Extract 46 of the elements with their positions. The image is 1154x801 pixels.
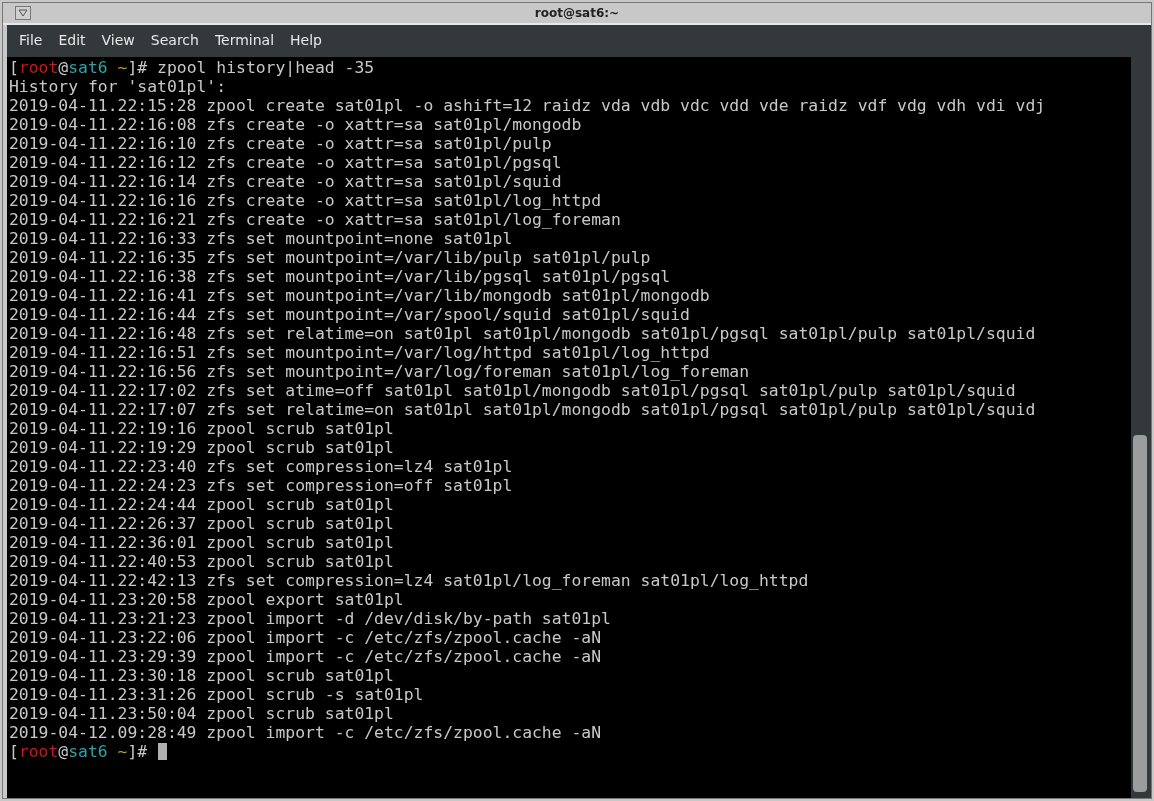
output-line: 2019-04-11.22:42:13 zfs set compression=lz4 sat01pl/log_foreman sat01pl/log_httpd <box>9 571 809 590</box>
output-line: 2019-04-11.22:19:29 zpool scrub sat01pl <box>9 438 394 457</box>
output-line: 2019-04-11.23:50:04 zpool scrub sat01pl <box>9 704 394 723</box>
output-line: 2019-04-11.22:16:44 zfs set mountpoint=/var/spool/squid sat01pl/squid <box>9 305 690 324</box>
menu-item[interactable]: File <box>11 32 51 48</box>
output-line: 2019-04-11.22:16:12 zfs create -o xattr=sa sat01pl/pgsql <box>9 153 562 172</box>
output-line: 2019-04-11.22:26:37 zpool scrub sat01pl <box>9 514 394 533</box>
output-line: 2019-04-11.22:36:01 zpool scrub sat01pl <box>9 533 394 552</box>
output-line: 2019-04-11.23:31:26 zpool scrub -s sat01pl <box>9 685 424 704</box>
prompt-line: [root@sat6 ~]# <box>9 742 148 761</box>
output-line: 2019-04-11.22:16:35 zfs set mountpoint=/var/lib/pulp sat01pl/pulp <box>9 248 651 267</box>
output-line: 2019-04-11.22:16:51 zfs set mountpoint=/var/log/httpd sat01pl/log_httpd <box>9 343 710 362</box>
output-line: 2019-04-11.22:17:07 zfs set relatime=on sat01pl sat01pl/mongodb sat01pl/pgsql sat01pl/pulp sat01pl/squid <box>9 400 1036 419</box>
output-line: 2019-04-11.22:16:48 zfs set relatime=on sat01pl sat01pl/mongodb sat01pl/pgsql sat01pl/pulp sat01pl/squid <box>9 324 1036 343</box>
menu-item[interactable]: Search <box>142 32 207 48</box>
menu-item[interactable]: Terminal <box>206 32 283 48</box>
output-line: 2019-04-11.22:19:16 zpool scrub sat01pl <box>9 419 394 438</box>
menu-item[interactable]: Help <box>282 32 330 48</box>
output-line: 2019-04-11.22:16:56 zfs set mountpoint=/var/log/foreman sat01pl/log_foreman <box>9 362 750 381</box>
menu-item[interactable]: Edit <box>50 32 94 48</box>
output-line: 2019-04-11.23:29:39 zpool import -c /etc/zfs/zpool.cache -aN <box>9 647 602 666</box>
output-line: 2019-04-11.22:16:10 zfs create -o xattr=sa sat01pl/pulp <box>9 134 552 153</box>
output-line: 2019-04-11.22:16:14 zfs create -o xattr=sa sat01pl/squid <box>9 172 562 191</box>
output-line: 2019-04-11.22:17:02 zfs set atime=off sat01pl sat01pl/mongodb sat01pl/pgsql sat01pl/pulp sat01pl/squid <box>9 381 1016 400</box>
output-line: 2019-04-11.23:30:18 zpool scrub sat01pl <box>9 666 394 685</box>
output-line: History for 'sat01pl': <box>9 77 227 96</box>
window-title: root@sat6:~ <box>534 6 620 20</box>
output-line: 2019-04-11.23:21:23 zpool import -d /dev/disk/by-path sat01pl <box>9 609 611 628</box>
output-line: 2019-04-11.23:20:58 zpool export sat01pl <box>9 590 404 609</box>
output-line: 2019-04-11.22:16:33 zfs set mountpoint=none sat01pl <box>9 229 513 248</box>
output-line: 2019-04-11.22:24:23 zfs set compression=off sat01pl <box>9 476 513 495</box>
output-line: 2019-04-11.22:23:40 zfs set compression=lz4 sat01pl <box>9 457 513 476</box>
scrollbar-thumb[interactable] <box>1133 435 1147 792</box>
output-line: 2019-04-11.23:22:06 zpool import -c /etc/zfs/zpool.cache -aN <box>9 628 602 647</box>
output-line: 2019-04-11.22:16:41 zfs set mountpoint=/var/lib/mongodb sat01pl/mongodb <box>9 286 710 305</box>
output-line: 2019-04-11.22:16:21 zfs create -o xattr=sa sat01pl/log_foreman <box>9 210 621 229</box>
output-line: 2019-04-11.22:16:38 zfs set mountpoint=/var/lib/pgsql sat01pl/pgsql <box>9 267 671 286</box>
output-line: 2019-04-11.22:16:16 zfs create -o xattr=sa sat01pl/log_httpd <box>9 191 602 210</box>
output-line: 2019-04-11.22:24:44 zpool scrub sat01pl <box>9 495 394 514</box>
prompt-line: [root@sat6 ~]# zpool history|head -35 <box>9 58 375 77</box>
output-line: 2019-04-11.22:40:53 zpool scrub sat01pl <box>9 552 394 571</box>
window-menu-icon[interactable] <box>15 6 31 20</box>
output-line: 2019-04-11.22:16:08 zfs create -o xattr=sa sat01pl/mongodb <box>9 115 582 134</box>
menu-item[interactable]: View <box>93 32 143 48</box>
output-line: 2019-04-11.22:15:28 zpool create sat01pl -o ashift=12 raidz vda vdb vdc vdd vde raidz vdf vdg vdh vdi vdj <box>9 96 1046 115</box>
output-line: 2019-04-12.09:28:49 zpool import -c /etc/zfs/zpool.cache -aN <box>9 723 602 742</box>
